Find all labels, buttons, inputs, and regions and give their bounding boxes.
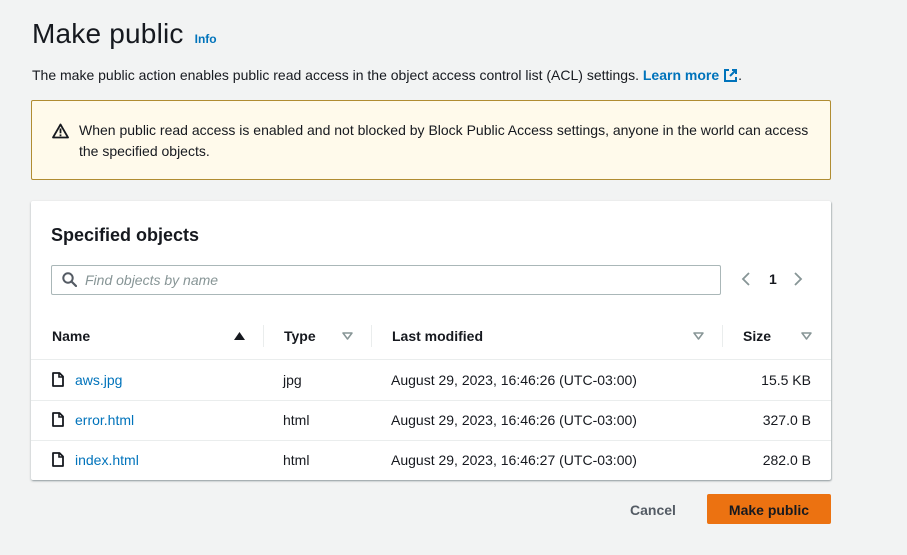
object-last-modified: August 29, 2023, 16:46:26 (UTC-03:00) xyxy=(391,412,637,428)
search-input[interactable] xyxy=(85,266,705,294)
learn-more-label: Learn more xyxy=(642,67,720,83)
page-header: Make public Info xyxy=(32,18,217,50)
file-icon xyxy=(52,372,64,387)
panel-title: Specified objects xyxy=(51,225,200,245)
object-type: html xyxy=(283,452,310,468)
page-title: Make public xyxy=(32,18,184,49)
file-icon xyxy=(52,412,64,427)
pagination: 1 xyxy=(739,271,805,287)
cancel-button[interactable]: Cancel xyxy=(616,494,690,524)
table-row: aws.jpg jpg August 29, 2023, 16:46:26 (U… xyxy=(31,360,831,401)
warning-alert: When public read access is enabled and n… xyxy=(31,100,831,180)
learn-more-link[interactable]: Learn more xyxy=(643,67,738,83)
column-label: Name xyxy=(52,328,91,344)
description-text: The make public action enables public re… xyxy=(32,67,639,83)
column-header-name[interactable]: Name xyxy=(52,319,90,359)
current-page-number[interactable]: 1 xyxy=(769,271,777,287)
sort-icon[interactable] xyxy=(342,332,353,340)
file-icon xyxy=(52,452,64,467)
object-last-modified: August 29, 2023, 16:46:26 (UTC-03:00) xyxy=(391,372,637,388)
warning-icon xyxy=(52,123,69,139)
alert-message: When public read access is enabled and n… xyxy=(79,122,809,159)
column-divider[interactable] xyxy=(263,325,264,347)
column-header-size[interactable]: Size xyxy=(743,319,771,359)
make-public-button[interactable]: Make public xyxy=(707,494,831,524)
info-link[interactable]: Info xyxy=(195,32,217,46)
column-label: Last modified xyxy=(392,328,484,344)
table-row: error.html html August 29, 2023, 16:46:2… xyxy=(31,400,831,441)
object-type: html xyxy=(283,412,310,428)
object-size: 15.5 KB xyxy=(761,372,811,388)
previous-page-icon[interactable] xyxy=(739,271,753,287)
page-description: The make public action enables public re… xyxy=(32,67,742,83)
sort-icon[interactable] xyxy=(693,332,704,340)
description-end: . xyxy=(738,67,743,83)
external-link-icon xyxy=(724,69,738,82)
object-name-link[interactable]: aws.jpg xyxy=(75,360,122,400)
object-size: 327.0 B xyxy=(762,412,811,428)
object-size: 282.0 B xyxy=(762,452,811,468)
column-label: Size xyxy=(743,328,772,344)
object-type: jpg xyxy=(283,372,302,388)
object-name-link[interactable]: error.html xyxy=(75,400,134,440)
column-header-type[interactable]: Type xyxy=(284,319,316,359)
sort-icon[interactable] xyxy=(801,332,812,340)
specified-objects-panel: Specified objects 1 Name Type xyxy=(31,201,831,480)
column-header-last-modified[interactable]: Last modified xyxy=(392,319,483,359)
column-divider[interactable] xyxy=(371,325,372,347)
column-divider[interactable] xyxy=(722,325,723,347)
sort-ascending-icon[interactable] xyxy=(234,332,245,340)
object-last-modified: August 29, 2023, 16:46:27 (UTC-03:00) xyxy=(391,452,637,468)
search-icon xyxy=(62,272,77,287)
object-name-link[interactable]: index.html xyxy=(75,440,139,480)
table-header: Name Type Last modified Size xyxy=(31,319,831,360)
search-box xyxy=(51,265,721,295)
next-page-icon[interactable] xyxy=(791,271,805,287)
table-row: index.html html August 29, 2023, 16:46:2… xyxy=(31,440,831,480)
column-label: Type xyxy=(284,328,316,344)
